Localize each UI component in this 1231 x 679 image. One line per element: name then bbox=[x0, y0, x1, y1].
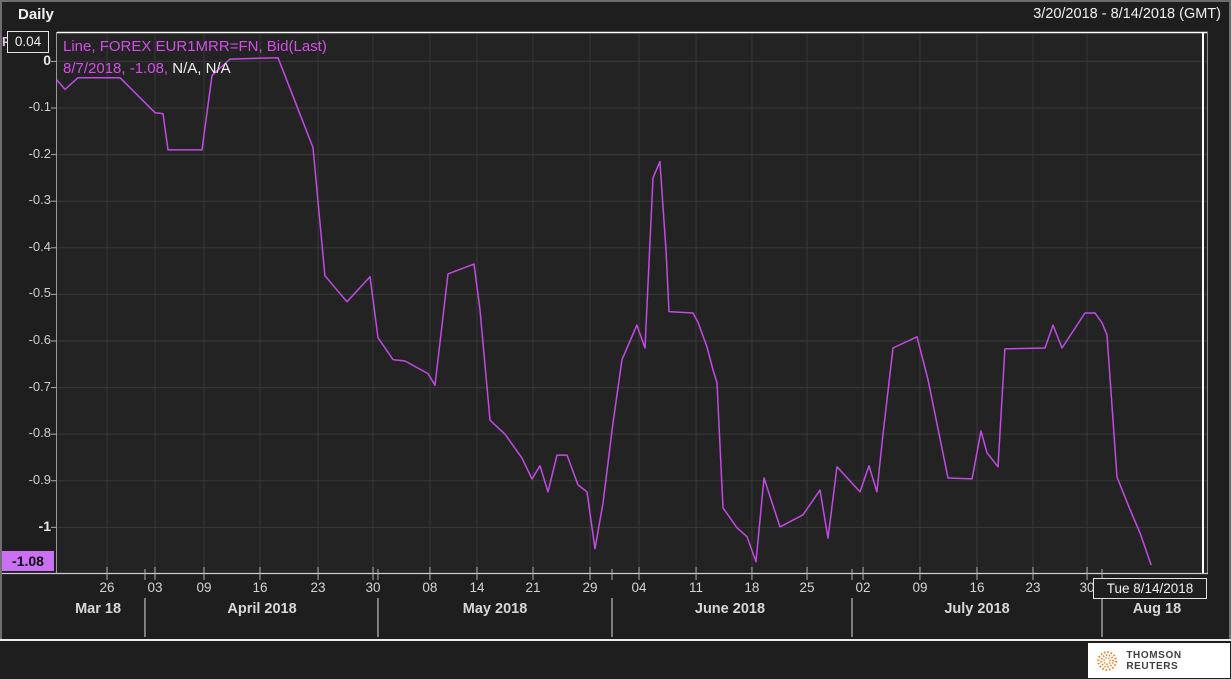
x-axis-label: 16 bbox=[969, 580, 985, 595]
frame-border-left bbox=[0, 0, 2, 639]
y-axis-label: -0.1 bbox=[28, 99, 51, 114]
month-label: June 2018 bbox=[694, 601, 766, 617]
x-axis-label: 23 bbox=[1025, 580, 1041, 595]
month-label: April 2018 bbox=[227, 601, 297, 617]
x-axis-label: 26 bbox=[99, 580, 115, 595]
y-axis-label: -0.2 bbox=[28, 145, 51, 161]
x-axis-label: 08 bbox=[422, 580, 438, 595]
frame-border-top bbox=[0, 0, 1231, 2]
y-axis-label: -0.6 bbox=[28, 331, 51, 347]
y-axis-label: -0.9 bbox=[28, 471, 51, 487]
y-axis-label: 0 bbox=[43, 52, 51, 69]
month-label: Mar 18 bbox=[75, 601, 122, 617]
thomson-reuters-sunburst-icon bbox=[1097, 650, 1118, 671]
x-axis-label: 25 bbox=[799, 580, 815, 595]
chart-window: Daily 3/20/2018 - 8/14/2018 (GMT) 0 -0.1-… bbox=[0, 0, 1231, 679]
x-axis-label: 16 bbox=[252, 580, 268, 595]
x-axis-label: 18 bbox=[744, 580, 760, 595]
chart-legend[interactable]: Line, FOREX EUR1MRR=FN, Bid(Last) 8/7/20… bbox=[63, 36, 327, 80]
x-axis-label: 04 bbox=[631, 580, 647, 595]
x-axis-label: 09 bbox=[196, 580, 212, 595]
month-label: May 2018 bbox=[462, 601, 528, 617]
month-label: Aug 18 bbox=[1132, 601, 1182, 617]
last-value-tag: -1.08 bbox=[2, 551, 54, 571]
cursor-date-box: Tue 8/14/2018 bbox=[1093, 578, 1207, 599]
thomson-reuters-logo: THOMSON REUTERS bbox=[1088, 643, 1230, 678]
y-axis-label: -0.5 bbox=[28, 285, 51, 301]
x-axis-label: 11 bbox=[689, 580, 704, 595]
y-axis-label: -0.8 bbox=[28, 425, 51, 441]
y-axis-label: -1 bbox=[38, 518, 51, 535]
y-axis-max-box: 0.04 bbox=[7, 31, 49, 53]
frame-border-bottom bbox=[0, 639, 1231, 641]
x-axis-label: 03 bbox=[147, 580, 163, 595]
x-axis-label: 29 bbox=[582, 580, 598, 595]
x-axis-label: 14 bbox=[469, 580, 485, 595]
axis-labels-layer: 0 -0.1 -0.2 -0.3 -0.4 -0.5 -0.6 -0.7 -0.8 -0.9 -1 2… bbox=[0, 0, 1231, 641]
y-axis-label: -0.4 bbox=[28, 238, 51, 254]
y-axis-label: -0.7 bbox=[28, 378, 51, 394]
y-axis-label: -0.3 bbox=[28, 192, 51, 208]
brand-text: THOMSON REUTERS bbox=[1126, 649, 1182, 672]
x-axis-label: 09 bbox=[912, 580, 928, 595]
footer-bar: THOMSON REUTERS bbox=[0, 641, 1231, 679]
legend-series-name: Line, FOREX EUR1MRR=FN, Bid(Last) bbox=[63, 38, 327, 55]
legend-cursor-values: 8/7/2018, -1.08, bbox=[63, 60, 169, 77]
x-axis-label: 30 bbox=[365, 580, 381, 595]
x-axis-label: 21 bbox=[525, 580, 541, 595]
legend-na-values: N/A, N/A bbox=[168, 60, 231, 77]
x-axis-label: 23 bbox=[310, 580, 326, 595]
x-axis-label: 02 bbox=[855, 580, 871, 595]
month-label: July 2018 bbox=[944, 601, 1010, 617]
